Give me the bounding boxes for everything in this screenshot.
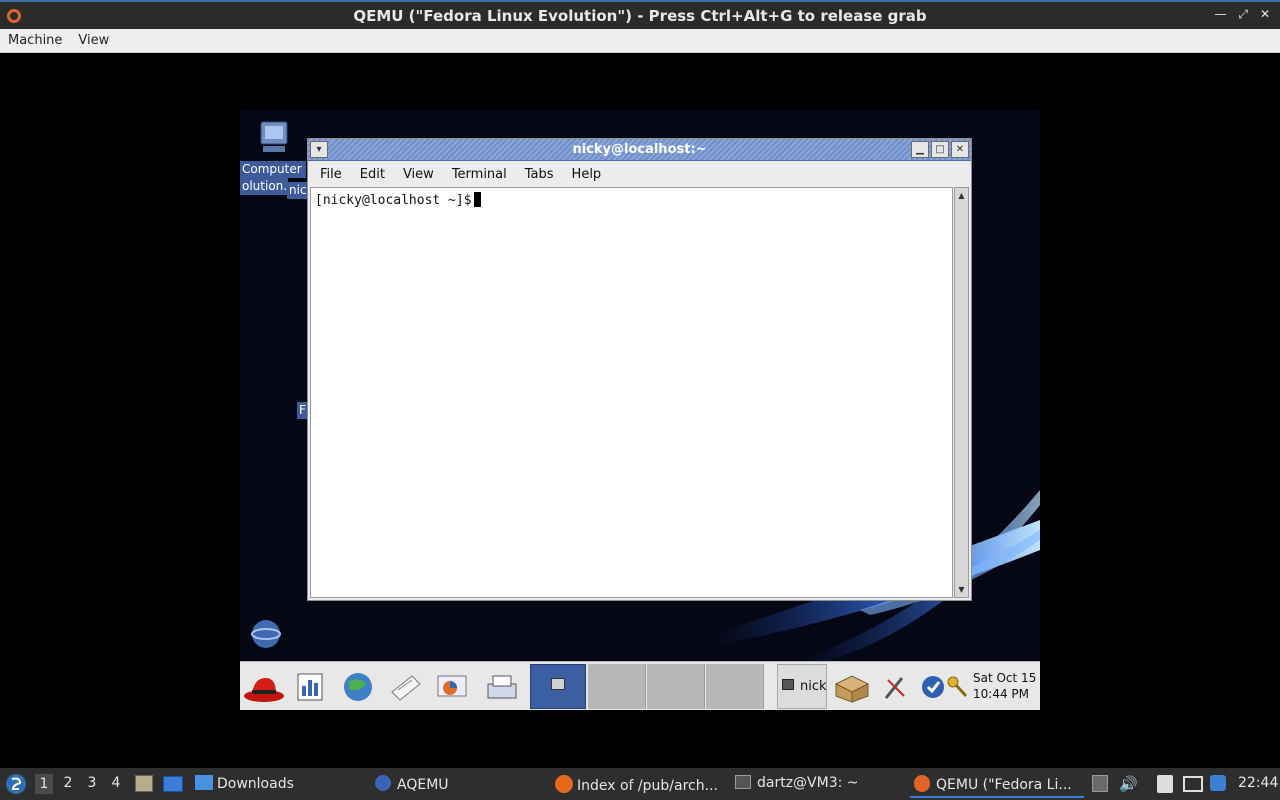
terminal-window[interactable]: ▾ nicky@localhost:~ ▁ □ ✕ File Edit View… (307, 138, 972, 601)
keys-icon[interactable] (944, 670, 972, 704)
workspace-2[interactable] (588, 664, 646, 709)
taskbar-label: QEMU ("Fedora Li... (936, 777, 1072, 793)
guest-task-button[interactable]: nick (777, 664, 827, 709)
taskbar-item-aqemu[interactable]: AQEMU (375, 775, 449, 795)
taskbar-label: Index of /pub/arch... (577, 778, 718, 794)
clipboard-icon[interactable] (1157, 775, 1173, 793)
taskbar-item-qemu[interactable]: QEMU ("Fedora Li... (910, 768, 1084, 798)
show-desktop-icon[interactable] (163, 776, 183, 792)
scroll-down-icon[interactable]: ▼ (956, 584, 967, 595)
system-monitor-icon[interactable] (294, 670, 330, 704)
tray-up-icon[interactable] (1092, 775, 1108, 792)
workspace-button-3[interactable]: 3 (83, 775, 101, 791)
host-taskbar: 1 2 3 4 Downloads AQEMU Index of /pub/ar… (0, 768, 1280, 800)
taskbar-item-downloads[interactable]: Downloads (195, 775, 294, 795)
menu-edit[interactable]: Edit (354, 167, 391, 182)
computer-icon (260, 121, 288, 152)
clock-date: Sat Oct 15 (973, 671, 1037, 685)
taskbar-clock[interactable]: 22:44 (1238, 775, 1278, 791)
desktop-icon-partial[interactable]: F (297, 402, 307, 419)
maximize-icon[interactable]: □ (931, 141, 949, 158)
terminal-icon (735, 775, 751, 789)
check-icon[interactable] (920, 670, 946, 704)
terminal-scrollbar[interactable]: ▲ ▼ (954, 187, 969, 598)
guest-screen[interactable]: Computer : olution.s nic F ▾ nicky@local… (240, 110, 1040, 710)
taskbar-label: dartz@VM3: ~ (757, 775, 859, 791)
workspace-3[interactable] (647, 664, 705, 709)
task-label: nick (800, 679, 827, 694)
close-icon[interactable]: ✕ (1260, 7, 1270, 22)
terminal-icon (782, 679, 794, 690)
aqemu-icon (375, 775, 391, 791)
guest-clock[interactable]: Sat Oct 15 10:44 PM (973, 670, 1036, 702)
menu-terminal[interactable]: Terminal (446, 167, 513, 182)
terminal-menubar: File Edit View Terminal Tabs Help (308, 162, 971, 186)
menu-view[interactable]: View (70, 33, 117, 48)
workspace-button-4[interactable]: 4 (107, 775, 125, 791)
qemu-icon (914, 775, 930, 792)
guest-panel: nick Sat Oct 15 10:44 PM (240, 661, 1040, 710)
terminal-titlebar[interactable]: ▾ nicky@localhost:~ ▁ □ ✕ (308, 139, 971, 161)
workspace-button-2[interactable]: 2 (59, 775, 77, 791)
desktop-label: Computer : (240, 161, 306, 178)
clock-time: 10:44 PM (973, 687, 1029, 701)
printer-icon[interactable] (484, 670, 520, 704)
close-icon[interactable]: ✕ (951, 141, 969, 158)
network-icon[interactable] (1183, 776, 1203, 792)
minimize-icon[interactable]: ▁ (911, 141, 929, 158)
desktop-icon-home[interactable]: nic (287, 182, 307, 199)
network-disconnected-icon[interactable] (880, 670, 910, 704)
menu-machine[interactable]: Machine (0, 33, 70, 48)
desktop-label: F (297, 402, 307, 419)
file-manager-icon[interactable] (135, 775, 153, 792)
start-menu-icon[interactable] (5, 773, 27, 795)
terminal-prompt: [nicky@localhost ~]$ (315, 193, 472, 208)
globe-icon (251, 620, 281, 648)
workspace-1[interactable] (530, 664, 586, 709)
package-updater-icon[interactable] (832, 670, 872, 704)
menu-tabs[interactable]: Tabs (519, 167, 560, 182)
web-browser-icon[interactable] (340, 670, 376, 704)
host-window-titlebar[interactable]: QEMU ("Fedora Linux Evolution") - Press … (0, 0, 1280, 29)
workspace-4[interactable] (706, 664, 764, 709)
desktop-label: nic (287, 182, 307, 199)
presentation-icon[interactable] (434, 670, 470, 704)
taskbar-item-terminal[interactable]: dartz@VM3: ~ (735, 775, 859, 795)
terminal-content[interactable]: [nicky@localhost ~]$ (310, 187, 953, 598)
desktop-label: olution.s (240, 178, 288, 195)
scroll-up-icon[interactable]: ▲ (956, 190, 967, 201)
text-editor-icon[interactable] (388, 670, 424, 704)
firefox-icon (555, 775, 573, 793)
terminal-title: nicky@localhost:~ (572, 142, 707, 157)
taskbar-label: AQEMU (397, 777, 449, 793)
minimize-icon[interactable]: — (1214, 7, 1226, 22)
menu-view[interactable]: View (397, 167, 440, 182)
desktop-icon-network[interactable] (246, 615, 286, 656)
taskbar-item-firefox[interactable]: Index of /pub/arch... (555, 775, 718, 795)
redhat-menu-icon[interactable] (242, 670, 286, 704)
host-menubar: Machine View (0, 29, 1280, 53)
folder-icon (195, 775, 213, 790)
text-cursor (473, 192, 481, 207)
workspace-button-1[interactable]: 1 (35, 774, 53, 794)
host-window-title: QEMU ("Fedora Linux Evolution") - Press … (353, 7, 927, 25)
menu-help[interactable]: Help (566, 167, 608, 182)
volume-icon[interactable]: 🔊 (1119, 775, 1138, 793)
maximize-icon[interactable]: ⤢ (1238, 7, 1248, 22)
menu-file[interactable]: File (314, 167, 348, 182)
taskbar-label: Downloads (217, 776, 294, 792)
updates-icon[interactable] (1210, 775, 1226, 791)
